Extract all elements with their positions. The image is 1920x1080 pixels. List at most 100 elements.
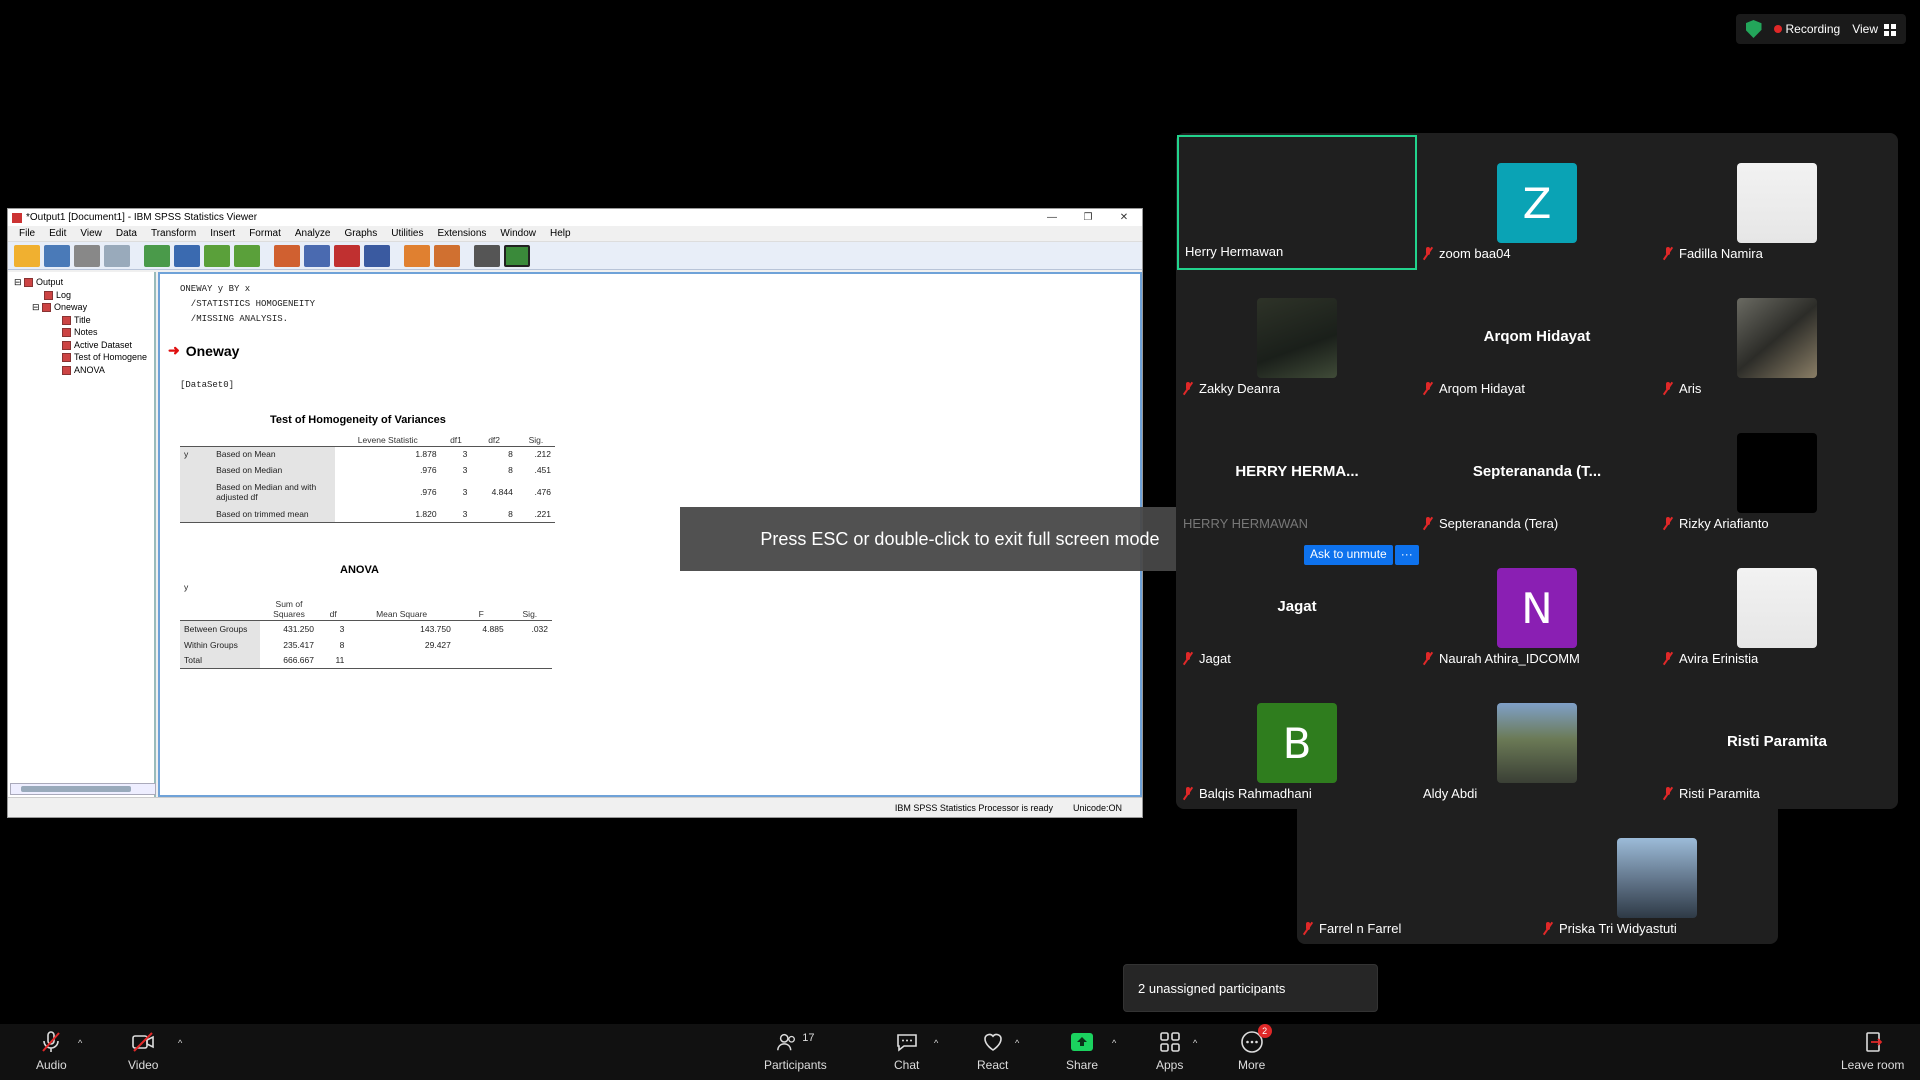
close-button[interactable]: ✕: [1106, 212, 1142, 223]
participant-tile[interactable]: Zzoom baa04: [1417, 135, 1657, 270]
participant-name: Septerananda (Tera): [1439, 516, 1559, 531]
menu-help[interactable]: Help: [543, 226, 578, 241]
menu-format[interactable]: Format: [242, 226, 288, 241]
show-icon[interactable]: [404, 244, 430, 267]
more-button[interactable]: 2 More: [1238, 1024, 1272, 1072]
menu-file[interactable]: File: [12, 226, 42, 241]
hide-icon[interactable]: [434, 244, 460, 267]
export-icon[interactable]: [144, 244, 170, 267]
participants-button[interactable]: 17 Participants: [764, 1030, 827, 1072]
insert-icon[interactable]: [334, 244, 360, 267]
chat-button[interactable]: Chat: [894, 1030, 919, 1072]
avatar: [1257, 298, 1337, 378]
scrollbar-thumb[interactable]: [21, 786, 131, 792]
participant-tile[interactable]: Herry Hermawan: [1177, 135, 1417, 270]
participant-tile[interactable]: Zakky Deanra: [1177, 270, 1417, 405]
participant-tile[interactable]: Arqom Hidayat Arqom Hidayat: [1417, 270, 1657, 405]
variables-icon[interactable]: [364, 244, 390, 267]
print-preview-icon[interactable]: [104, 244, 130, 267]
tree-item-homogeneity[interactable]: Test of Homogene: [14, 351, 154, 364]
participant-name-label: Fadilla Namira: [1663, 246, 1763, 261]
participant-tile[interactable]: Avira Erinistia: [1657, 540, 1897, 675]
recording-indicator[interactable]: Recording: [1773, 22, 1840, 36]
menu-analyze[interactable]: Analyze: [288, 226, 338, 241]
menu-view[interactable]: View: [73, 226, 109, 241]
tree-item-output[interactable]: ⊟ Output: [14, 276, 154, 289]
participant-name-label: Jagat: [1183, 651, 1231, 666]
participant-tile[interactable]: Rizky Ariafianto: [1657, 405, 1897, 540]
goto-case-icon[interactable]: [304, 244, 330, 267]
participant-name: Aldy Abdi: [1423, 786, 1478, 801]
avatar: [1737, 298, 1817, 378]
audio-button[interactable]: Audio: [36, 1030, 67, 1072]
participant-display-name: Septerananda (T...: [1472, 463, 1602, 480]
mic-muted-icon: [1183, 382, 1193, 395]
participant-name: Aris: [1679, 381, 1702, 396]
undo-icon[interactable]: [204, 244, 230, 267]
cell: .451: [534, 465, 551, 475]
participant-tile[interactable]: Septerananda (T... Septerananda (Tera): [1417, 405, 1657, 540]
apps-options-caret[interactable]: ^: [1193, 1038, 1197, 1048]
participant-tile[interactable]: Fadilla Namira: [1657, 135, 1897, 270]
menu-edit[interactable]: Edit: [42, 226, 73, 241]
leave-room-button[interactable]: Leave room: [1841, 1030, 1904, 1072]
react-options-caret[interactable]: ^: [1015, 1038, 1019, 1048]
participant-tile[interactable]: Farrel n Farrel: [1297, 810, 1537, 945]
tree-item-oneway[interactable]: ⊟ Oneway: [14, 301, 154, 314]
row-label: Based on Mean: [212, 446, 335, 462]
participant-tile[interactable]: Aldy Abdi: [1417, 675, 1657, 810]
participant-tile[interactable]: Aris: [1657, 270, 1897, 405]
participant-name-label: Aris: [1663, 381, 1701, 396]
react-button[interactable]: React: [977, 1030, 1008, 1072]
view-button[interactable]: View: [1852, 22, 1896, 36]
participant-tile[interactable]: N Naurah Athira_IDCOMM: [1417, 540, 1657, 675]
redo-icon[interactable]: [234, 244, 260, 267]
save-icon[interactable]: [44, 244, 70, 267]
tree-item-notes[interactable]: Notes: [14, 326, 154, 339]
menu-graphs[interactable]: Graphs: [337, 226, 384, 241]
run-icon[interactable]: [504, 244, 530, 267]
open-icon[interactable]: [14, 244, 40, 267]
print-icon[interactable]: [74, 244, 100, 267]
minimize-button[interactable]: —: [1034, 212, 1070, 223]
ask-to-unmute-button[interactable]: Ask to unmute: [1304, 545, 1393, 565]
menu-extensions[interactable]: Extensions: [430, 226, 493, 241]
participant-name-label: Priska Tri Widyastuti: [1543, 921, 1677, 936]
tree-item-active-dataset[interactable]: Active Dataset: [14, 339, 154, 352]
cell: 8: [508, 465, 513, 475]
audio-options-caret[interactable]: ^: [78, 1038, 82, 1048]
goto-data-icon[interactable]: [274, 244, 300, 267]
menu-insert[interactable]: Insert: [203, 226, 242, 241]
participant-tile[interactable]: Priska Tri Widyastuti: [1537, 810, 1777, 945]
restore-button[interactable]: ❐: [1070, 212, 1106, 223]
tree-item-title[interactable]: Title: [14, 314, 154, 327]
participant-tile[interactable]: Risti Paramita Risti Paramita: [1657, 675, 1897, 810]
menu-data[interactable]: Data: [109, 226, 144, 241]
video-options-caret[interactable]: ^: [178, 1038, 182, 1048]
share-options-caret[interactable]: ^: [1112, 1038, 1116, 1048]
menu-transform[interactable]: Transform: [144, 226, 203, 241]
homogeneity-table[interactable]: Levene Statistic df1 df2 Sig. y Based on…: [180, 430, 555, 523]
participant-tile[interactable]: B Balqis Rahmadhani: [1177, 675, 1417, 810]
apps-button[interactable]: Apps: [1156, 1030, 1183, 1072]
tree-item-anova[interactable]: ANOVA: [14, 364, 154, 377]
recall-dialog-icon[interactable]: [174, 244, 200, 267]
share-screen-icon: [1071, 1033, 1094, 1051]
share-button[interactable]: Share: [1066, 1030, 1098, 1072]
menu-utilities[interactable]: Utilities: [384, 226, 430, 241]
designate-window-icon[interactable]: [474, 244, 500, 267]
menu-window[interactable]: Window: [493, 226, 543, 241]
cell: .221: [534, 508, 551, 519]
output-icon: [24, 278, 34, 288]
cell: .976: [420, 465, 437, 475]
tree-item-log[interactable]: Log: [14, 289, 154, 302]
chat-options-caret[interactable]: ^: [934, 1038, 938, 1048]
participant-tile[interactable]: HERRY HERMA... HERRY HERMAWAN: [1177, 405, 1417, 540]
more-options-button[interactable]: ···: [1394, 545, 1419, 565]
video-button[interactable]: Video: [128, 1030, 158, 1072]
fullscreen-exit-toast: Press ESC or double-click to exit full s…: [680, 507, 1240, 571]
unassigned-participants-popup[interactable]: 2 unassigned participants: [1123, 964, 1378, 1012]
outline-horizontal-scrollbar[interactable]: [10, 783, 156, 795]
anova-table[interactable]: Sum of Squares df Mean Square F Sig. Bet…: [180, 598, 552, 669]
row-var-label: y: [180, 446, 213, 462]
